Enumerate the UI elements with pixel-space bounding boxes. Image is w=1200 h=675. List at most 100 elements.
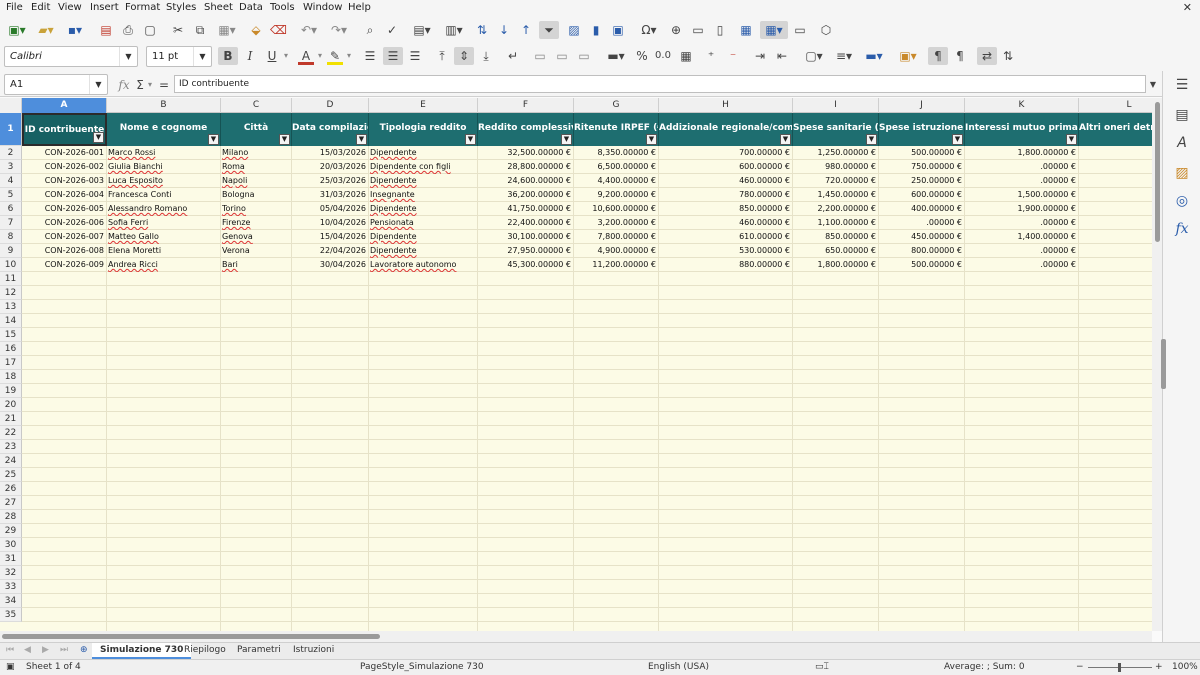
vertical-scroll-thumb[interactable] xyxy=(1155,102,1160,242)
open-folder-icon[interactable]: ▰▾ xyxy=(33,21,59,39)
row-header-12[interactable]: 12 xyxy=(0,286,22,300)
table-cell[interactable]: 850.00000 € xyxy=(660,202,791,216)
paste-icon[interactable]: ▦▾ xyxy=(214,21,240,39)
add-decimal-icon[interactable]: ⁺ xyxy=(702,47,720,65)
row-header-21[interactable]: 21 xyxy=(0,412,22,426)
insert-chart-icon[interactable]: ▮ xyxy=(588,21,604,39)
table-cell[interactable]: 15/04/2026 xyxy=(293,230,367,244)
filter-dropdown-icon[interactable]: ▼ xyxy=(866,134,877,145)
row-header-13[interactable]: 13 xyxy=(0,300,22,314)
chevron-down-icon[interactable]: ▾ xyxy=(282,47,290,65)
table-cell[interactable]: 600.00000 € xyxy=(660,160,791,174)
table-cell[interactable]: 460.00000 € xyxy=(660,216,791,230)
header-cell[interactable]: Ritenute IRPEF (€) ▼ xyxy=(574,113,659,146)
column-header-c[interactable]: C xyxy=(221,98,292,113)
table-cell[interactable]: 3,200.00000 € xyxy=(575,216,657,230)
export-pdf-icon[interactable]: ▤ xyxy=(98,21,114,39)
column-header-a[interactable]: A xyxy=(22,98,107,113)
table-cell[interactable]: Torino xyxy=(222,202,290,216)
table-cell[interactable]: 1,100.00000 € xyxy=(794,216,877,230)
table-cell[interactable]: 45,300.00000 € xyxy=(479,258,572,272)
table-cell[interactable]: Insegnante xyxy=(370,188,476,202)
align-right-icon[interactable]: ☰ xyxy=(407,47,423,65)
table-cell[interactable]: CON-2026-005 xyxy=(23,202,105,216)
row-header-20[interactable]: 20 xyxy=(0,398,22,412)
table-cell[interactable]: CON-2026-004 xyxy=(23,188,105,202)
filter-dropdown-icon[interactable]: ▼ xyxy=(1066,134,1077,145)
row-header-32[interactable]: 32 xyxy=(0,566,22,580)
autofilter-icon[interactable]: ⏷ xyxy=(539,21,559,39)
table-cell[interactable]: 4,400.00000 € xyxy=(575,174,657,188)
table-cell[interactable]: 41,750.00000 € xyxy=(479,202,572,216)
table-cell[interactable]: 530.00000 € xyxy=(660,244,791,258)
table-cell[interactable]: Firenze xyxy=(222,216,290,230)
row-header-16[interactable]: 16 xyxy=(0,342,22,356)
styles-icon[interactable]: A xyxy=(1163,135,1200,151)
chevron-down-icon[interactable]: ▾ xyxy=(345,47,353,65)
table-cell[interactable]: 460.00000 € xyxy=(660,174,791,188)
table-cell[interactable]: 880.00000 € xyxy=(660,258,791,272)
right-to-left-icon[interactable]: ¶ xyxy=(952,47,968,65)
chevron-down-icon[interactable]: ▾ xyxy=(146,76,154,94)
table-cell[interactable]: 750.00000 € xyxy=(880,160,963,174)
table-cell[interactable]: 11,200.00000 € xyxy=(575,258,657,272)
filter-dropdown-icon[interactable]: ▼ xyxy=(208,134,219,145)
menu-view[interactable]: View xyxy=(58,2,82,13)
functions-icon[interactable]: fx xyxy=(1163,221,1200,237)
table-cell[interactable]: 780.00000 € xyxy=(660,188,791,202)
table-cell[interactable]: 28,800.00000 € xyxy=(479,160,572,174)
row-header-18[interactable]: 18 xyxy=(0,370,22,384)
left-to-right-icon[interactable]: ¶ xyxy=(928,47,948,65)
filter-dropdown-icon[interactable]: ▼ xyxy=(93,132,104,143)
row-header-28[interactable]: 28 xyxy=(0,510,22,524)
menu-tools[interactable]: Tools xyxy=(270,2,295,13)
copy-icon[interactable]: ⧉ xyxy=(192,21,208,39)
filter-dropdown-icon[interactable]: ▼ xyxy=(356,134,367,145)
column-header-h[interactable]: H xyxy=(659,98,793,113)
row-header-5[interactable]: 5 xyxy=(0,188,22,202)
header-cell[interactable]: Nome e cognome ▼ xyxy=(107,113,221,146)
table-cell[interactable]: Lavoratore autonomo xyxy=(370,258,476,272)
row-header-34[interactable]: 34 xyxy=(0,594,22,608)
date-format-icon[interactable]: ▦ xyxy=(678,47,694,65)
table-cell[interactable]: Dipendente con figli xyxy=(370,160,476,174)
table-cell[interactable]: 700.00000 € xyxy=(660,146,791,160)
table-cell[interactable]: 1,900.00000 € xyxy=(966,202,1077,216)
table-cell[interactable]: 610.00000 € xyxy=(660,230,791,244)
font-color-button[interactable]: A xyxy=(298,47,314,65)
tab-parametri[interactable]: Parametri xyxy=(229,643,289,659)
conditional-format-icon[interactable]: ▣▾ xyxy=(894,47,922,65)
menu-insert[interactable]: Insert xyxy=(90,2,119,13)
sidebar-menu-icon[interactable]: ☰ xyxy=(1163,77,1200,93)
table-cell[interactable]: CON-2026-008 xyxy=(23,244,105,258)
table-cell[interactable]: 500.00000 € xyxy=(880,258,963,272)
split-window-icon[interactable]: ▭ xyxy=(792,21,808,39)
column-header-i[interactable]: I xyxy=(793,98,879,113)
column-header-l[interactable]: L xyxy=(1079,98,1152,113)
table-cell[interactable]: 350.0 xyxy=(1080,160,1152,174)
header-cell[interactable]: Interessi mutuo prima casa (€)▼ xyxy=(965,113,1079,146)
table-cell[interactable]: CON-2026-003 xyxy=(23,174,105,188)
special-character-icon[interactable]: Ω▾ xyxy=(636,21,662,39)
row-header-26[interactable]: 26 xyxy=(0,482,22,496)
row-header-22[interactable]: 22 xyxy=(0,426,22,440)
header-cell[interactable]: Reddito complessivo (€)▼ xyxy=(478,113,574,146)
table-cell[interactable]: .00000 € xyxy=(966,174,1077,188)
table-cell[interactable]: 450.00000 € xyxy=(880,230,963,244)
table-cell[interactable]: 650.00000 € xyxy=(794,244,877,258)
table-cell[interactable]: 600.00000 € xyxy=(880,188,963,202)
borders-icon[interactable]: ▢▾ xyxy=(800,47,828,65)
gallery-icon[interactable]: ▨ xyxy=(1163,165,1200,181)
table-cell[interactable]: 180.0 xyxy=(1080,174,1152,188)
navigator-icon[interactable]: ◎ xyxy=(1163,193,1200,209)
table-cell[interactable]: 22,400.00000 € xyxy=(479,216,572,230)
filter-dropdown-icon[interactable]: ▼ xyxy=(952,134,963,145)
column-header-j[interactable]: J xyxy=(879,98,965,113)
row-header-17[interactable]: 17 xyxy=(0,356,22,370)
table-cell[interactable]: 10/04/2026 xyxy=(293,216,367,230)
header-cell[interactable]: Città ▼ xyxy=(221,113,292,146)
sheet-position[interactable]: Sheet 1 of 4 xyxy=(26,662,81,672)
last-sheet-icon[interactable]: ⏭ xyxy=(56,643,72,659)
table-cell[interactable]: 1,400.00000 € xyxy=(966,230,1077,244)
table-cell[interactable]: 250.0 xyxy=(1080,146,1152,160)
